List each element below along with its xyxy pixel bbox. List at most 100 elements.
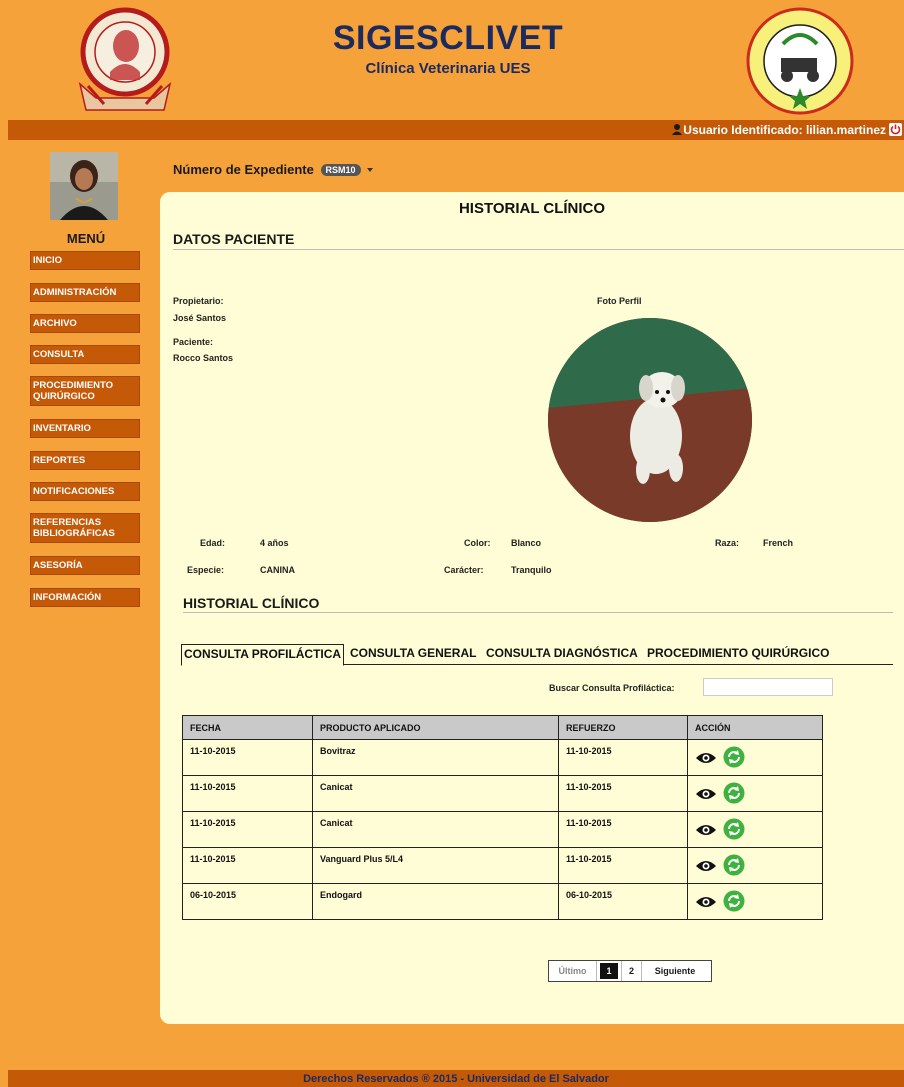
table-row: 06-10-2015 Endogard 06-10-2015 [182,883,823,920]
user-identity-text: Usuario Identificado: lilian.martinez [683,123,886,137]
avatar [50,152,118,220]
sidebar-item-asesoria[interactable]: ASESORÍA [30,556,140,575]
datos-paciente-heading: DATOS PACIENTE [173,231,295,247]
tab-consulta-profilactica[interactable]: CONSULTA PROFILÁCTICA [181,644,345,666]
sidebar-item-administracion[interactable]: ADMINISTRACIÓN [30,283,140,302]
expediente-label: Número de Expediente [173,162,314,177]
pagination-page-2[interactable]: 2 [621,961,642,981]
table-header-row: FECHA PRODUCTO APLICADO REFUERZO ACCIÓN [182,715,823,740]
color-label: Color: [464,538,491,548]
eye-icon[interactable] [695,859,717,875]
cell-refuerzo: 06-10-2015 [558,883,688,920]
search-label: Buscar Consulta Profiláctica: [549,683,675,693]
cell-producto: Canicat [312,811,559,848]
agronomy-faculty-logo [743,6,857,116]
footer-text: Derechos Reservados ® 2015 - Universidad… [303,1073,609,1085]
sidebar-item-referencias-bibliograficas[interactable]: REFERENCIAS BIBLIOGRÁFICAS [30,513,140,543]
cell-fecha: 11-10-2015 [182,775,313,812]
sidebar-item-inicio[interactable]: INICIO [30,251,140,270]
user-icon [672,123,683,138]
page-title: HISTORIAL CLÍNICO [458,200,606,217]
cell-accion [687,739,823,776]
column-header-accion: ACCIÓN [687,715,823,740]
column-header-producto: PRODUCTO APLICADO [312,715,559,740]
caret-down-icon [367,168,374,172]
ues-seal-logo [74,6,176,114]
propietario-value: José Santos [173,313,227,323]
power-icon[interactable] [889,123,902,136]
historial-heading: HISTORIAL CLÍNICO [183,595,320,611]
check-refresh-icon[interactable] [723,854,745,878]
cell-producto: Bovitraz [312,739,559,776]
expediente-badge: RSM10 [320,164,361,176]
pagination: Último 1 2 Siguiente [548,960,712,982]
edad-label: Edad: [200,538,226,548]
tab-consulta-diagnostica[interactable]: CONSULTA DIAGNÓSTICA [486,644,638,663]
pagination-page-1[interactable]: 1 [600,963,618,979]
app-subtitle: Clínica Veterinaria UES [365,60,531,77]
paciente-label: Paciente: [173,337,214,347]
cell-refuerzo: 11-10-2015 [558,811,688,848]
color-value: Blanco [511,538,542,548]
cell-refuerzo: 11-10-2015 [558,775,688,812]
eye-icon[interactable] [695,895,717,911]
user-identity: Usuario Identificado: lilian.martinez [672,123,886,138]
patient-photo [548,318,752,522]
sidebar-item-archivo[interactable]: ARCHIVO [30,314,140,333]
cell-fecha: 11-10-2015 [182,847,313,884]
especie-label: Especie: [187,565,225,575]
eye-icon[interactable] [695,787,717,803]
tab-procedimiento-quirurgico[interactable]: PROCEDIMIENTO QUIRÚRGICO [647,644,829,663]
sidebar-item-inventario[interactable]: INVENTARIO [30,419,140,438]
consultas-table: FECHA PRODUCTO APLICADO REFUERZO ACCIÓN … [182,715,823,920]
sidebar-item-consulta[interactable]: CONSULTA [30,345,140,364]
header: SIGESCLIVET Clínica Veterinaria UES [8,0,904,120]
cell-accion [687,775,823,812]
cell-producto: Vanguard Plus 5/L4 [312,847,559,884]
raza-label: Raza: [715,538,740,548]
pagination-ultimo[interactable]: Último [549,961,597,981]
cell-fecha: 06-10-2015 [182,883,313,920]
table-row: 11-10-2015 Canicat 11-10-2015 [182,775,823,812]
check-refresh-icon[interactable] [723,746,745,770]
eye-icon[interactable] [695,751,717,767]
cell-fecha: 11-10-2015 [182,811,313,848]
expediente-dropdown[interactable]: Número de Expediente RSM10 [173,162,374,177]
edad-value: 4 años [260,538,289,548]
footer: Derechos Reservados ® 2015 - Universidad… [8,1070,904,1087]
pagination-siguiente[interactable]: Siguiente [642,961,708,981]
sidebar-item-reportes[interactable]: REPORTES [30,451,140,470]
especie-value: CANINA [260,565,295,575]
check-refresh-icon[interactable] [723,890,745,914]
propietario-label: Propietario: [173,296,224,306]
column-header-fecha: FECHA [182,715,313,740]
cell-fecha: 11-10-2015 [182,739,313,776]
cell-producto: Canicat [312,775,559,812]
check-refresh-icon[interactable] [723,782,745,806]
cell-accion [687,811,823,848]
foto-perfil-label: Foto Perfil [597,296,642,306]
sidebar-item-notificaciones[interactable]: NOTIFICACIONES [30,482,140,501]
main-panel: HISTORIAL CLÍNICO DATOS PACIENTE Propiet… [160,192,904,1024]
search-input[interactable] [703,678,833,696]
cell-producto: Endogard [312,883,559,920]
table-row: 11-10-2015 Canicat 11-10-2015 [182,811,823,848]
sidebar-item-procedimiento-quirurgico[interactable]: PROCEDIMIENTO QUIRÚRGICO [30,376,140,406]
cell-refuerzo: 11-10-2015 [558,739,688,776]
tab-consulta-general[interactable]: CONSULTA GENERAL [350,644,476,663]
check-refresh-icon[interactable] [723,818,745,842]
user-bar: Usuario Identificado: lilian.martinez [8,120,904,140]
table-row: 11-10-2015 Vanguard Plus 5/L4 11-10-2015 [182,847,823,884]
caracter-label: Carácter: [444,565,484,575]
column-header-refuerzo: REFUERZO [558,715,688,740]
section-divider [173,249,904,250]
raza-value: French [763,538,794,548]
caracter-value: Tranquilo [511,565,552,575]
menu-title: MENÚ [66,231,106,246]
section-divider [183,612,893,613]
cell-accion [687,847,823,884]
eye-icon[interactable] [695,823,717,839]
paciente-value: Rocco Santos [173,353,234,363]
sidebar-item-informacion[interactable]: INFORMACIÓN [30,588,140,607]
cell-refuerzo: 11-10-2015 [558,847,688,884]
